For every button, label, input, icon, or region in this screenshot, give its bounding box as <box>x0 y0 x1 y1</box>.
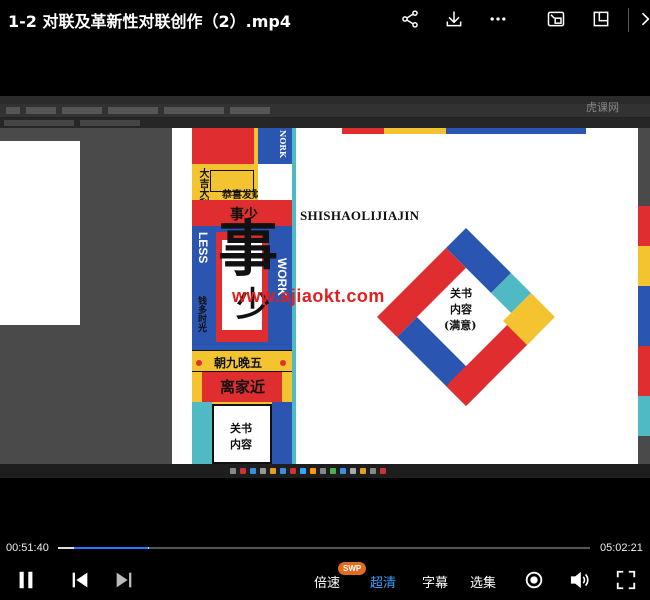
top-strip-red <box>342 128 384 134</box>
poster-top-red <box>192 128 254 164</box>
top-strip-yellow <box>384 128 446 134</box>
url-watermark: www.ajiaokt.com <box>232 286 385 306</box>
left-document <box>0 141 80 325</box>
player-controls: SWP 倍速 超清 字幕 选集 <box>0 562 650 600</box>
ps-options-bar <box>0 104 650 118</box>
gongxi-text: 恭喜发财 <box>222 190 262 201</box>
top-strip-blue <box>446 128 586 134</box>
poster-white-slot <box>258 164 292 204</box>
quality-button[interactable]: 超清 <box>370 572 396 591</box>
brand-title: SHISHAOLIJIAJIN <box>300 208 420 223</box>
dot-right <box>280 360 286 366</box>
total-time: 05:02:21 <box>600 542 643 554</box>
fullscreen-icon[interactable] <box>614 568 638 592</box>
qianduo-text: 钱多时光 <box>196 296 206 332</box>
more-icon[interactable] <box>485 6 511 32</box>
current-time: 00:51:40 <box>6 542 49 554</box>
chaojiu-text: 朝九晚五 <box>214 356 263 370</box>
bottom-line-1: 关书 <box>230 422 252 435</box>
ps-menubar <box>0 96 650 104</box>
title-bar: 1-2 对联及革新性对联创作（2）.mp4 <box>0 0 650 40</box>
diamond-line-2: 内容 <box>450 303 472 316</box>
collapse-icon[interactable] <box>632 6 650 32</box>
site-watermark: 虎课网 <box>586 101 619 114</box>
dot-left <box>196 360 202 366</box>
next-poster-strip <box>638 206 650 436</box>
ps-doc-tabs <box>0 118 650 128</box>
top-divider <box>628 8 629 32</box>
big-shi-char: 事 <box>218 215 278 285</box>
taskbar <box>0 464 650 478</box>
download-icon[interactable] <box>441 6 467 32</box>
progress-row: 00:51:40 05:02:21 <box>0 540 650 556</box>
open-external-icon[interactable] <box>588 6 614 32</box>
share-icon[interactable] <box>397 6 423 32</box>
progress-bar[interactable] <box>58 547 590 549</box>
progress-buffered <box>73 547 149 549</box>
picture-in-picture-icon[interactable] <box>543 6 569 32</box>
subtitle-button[interactable]: 字幕 <box>422 572 448 591</box>
video-frame[interactable]: 虎课网 NORK 大吉大利 恭喜发财 事少 LESS 事 少 WORK 钱多时光 <box>0 96 650 478</box>
poster-blue-right <box>272 402 292 464</box>
next-icon[interactable] <box>112 568 136 592</box>
nork-text: NORK <box>278 130 288 158</box>
episode-button[interactable]: 选集 <box>470 572 496 591</box>
previous-icon[interactable] <box>68 568 92 592</box>
diamond-line-1: 关书 <box>450 287 472 300</box>
swp-badge: SWP <box>338 562 367 575</box>
bottom-line-2: 内容 <box>230 438 252 451</box>
focus-mode-icon[interactable] <box>522 568 546 592</box>
less-text: LESS <box>196 232 210 264</box>
lijiajin-text: 离家近 <box>220 378 266 396</box>
pause-icon[interactable] <box>14 568 38 592</box>
volume-icon[interactable] <box>568 568 592 592</box>
speed-button[interactable]: 倍速 <box>314 572 340 591</box>
poster-teal-left <box>192 402 212 464</box>
diamond-line-3: (满意) <box>444 319 477 332</box>
video-title: 1-2 对联及革新性对联创作（2）.mp4 <box>8 12 291 31</box>
